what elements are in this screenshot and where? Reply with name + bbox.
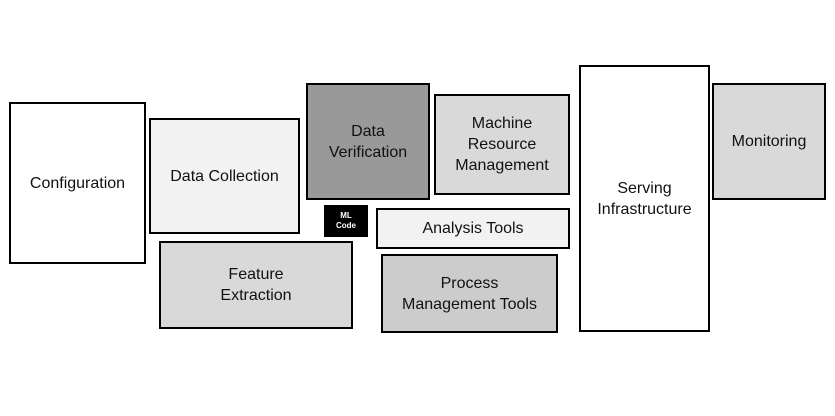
data-verification-label: Data Verification [328, 122, 408, 161]
data-verification-box: Data Verification [306, 83, 430, 200]
monitoring-label: Monitoring [731, 133, 807, 150]
data-collection-box: Data Collection [149, 118, 300, 234]
process-management-tools-label: Process Management Tools [402, 274, 537, 313]
feature-extraction-box: Feature Extraction [159, 241, 353, 329]
feature-extraction-label: Feature Extraction [220, 266, 292, 304]
serving-infrastructure-box: Serving Infrastructure [579, 65, 710, 332]
configuration-box: Configuration [9, 102, 146, 264]
machine-resource-management-box: Machine Resource Management [434, 94, 570, 195]
analysis-tools-box: Analysis Tools [376, 208, 570, 249]
ml-code-label: ML Code [336, 211, 356, 230]
machine-resource-management-label: Machine Resource Management [455, 115, 549, 174]
process-management-tools-box: Process Management Tools [381, 254, 558, 333]
serving-infrastructure-label: Serving Infrastructure [597, 179, 692, 218]
ml-code-box: ML Code [324, 205, 368, 237]
configuration-label: Configuration [29, 174, 126, 192]
analysis-tools-label: Analysis Tools [422, 220, 524, 237]
data-collection-label: Data Collection [170, 167, 279, 185]
monitoring-box: Monitoring [712, 83, 826, 200]
